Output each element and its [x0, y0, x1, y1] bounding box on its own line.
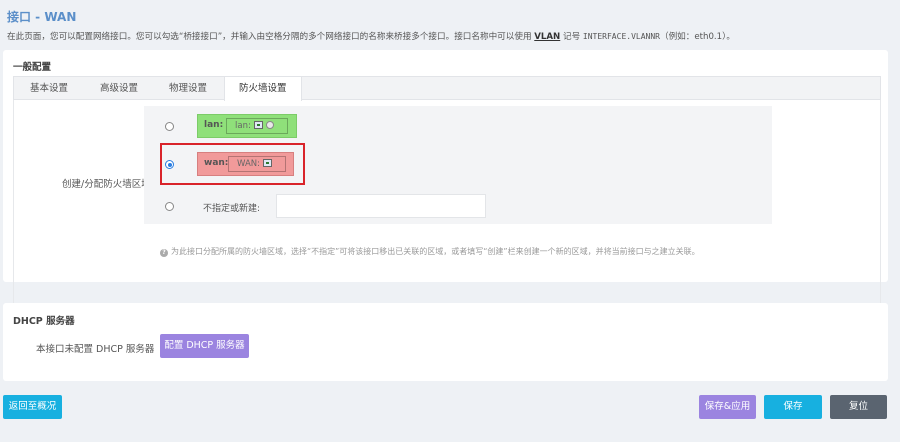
- tab-firewall[interactable]: 防火墙设置: [224, 77, 302, 101]
- reset-button[interactable]: 复位: [830, 395, 887, 419]
- tab-basic[interactable]: 基本设置: [16, 77, 82, 100]
- zone-iface-lan: lan:: [226, 118, 288, 134]
- save-button[interactable]: 保存: [764, 395, 822, 419]
- save-apply-button[interactable]: 保存&应用: [699, 395, 756, 419]
- zone-radio-new[interactable]: [165, 202, 174, 211]
- page-title: 接口 - WAN: [7, 10, 77, 24]
- desc-prefix: 在此页面，您可以配置网络接口。您可以勾选“桥接接口”，并输入由空格分隔的多个网络…: [7, 32, 535, 42]
- vlan-link[interactable]: VLAN: [534, 32, 560, 42]
- page-description: 在此页面，您可以配置网络接口。您可以勾选“桥接接口”，并输入由空格分隔的多个网络…: [7, 30, 887, 42]
- firewall-zone-label: 创建/分配防火墙区域: [62, 179, 151, 190]
- configure-dhcp-button[interactable]: 配置 DHCP 服务器: [160, 334, 249, 358]
- selected-zone-highlight: [160, 143, 305, 185]
- zone-iface-lan-label: lan:: [235, 121, 251, 131]
- zone-radio-lan[interactable]: [165, 122, 174, 131]
- desc-suffix: （例如：eth0.1）。: [659, 32, 736, 42]
- desc-code: INTERFACE.VLANNR: [582, 32, 660, 41]
- back-to-overview-button[interactable]: 返回至概况: [3, 395, 62, 419]
- ethernet-icon: [253, 121, 263, 129]
- new-zone-input[interactable]: [276, 194, 486, 218]
- tab-bar: 基本设置 高级设置 物理设置 防火墙设置: [13, 76, 881, 101]
- wifi-icon: [265, 121, 274, 129]
- desc-middle: 记号: [560, 32, 583, 42]
- dhcp-status-label: 本接口未配置 DHCP 服务器: [36, 344, 155, 355]
- zone-name-lan: lan:: [204, 120, 224, 130]
- firewall-zone-hint-text: 为此接口分配所属的防火墙区域，选择“不指定”可将该接口移出已关联的区域，或者填写…: [171, 247, 700, 256]
- zone-chip-lan: lan: lan:: [197, 114, 297, 138]
- tab-physical[interactable]: 物理设置: [155, 77, 221, 100]
- info-icon: ?: [160, 249, 168, 257]
- dhcp-section-title: DHCP 服务器: [13, 316, 75, 327]
- tab-advanced[interactable]: 高级设置: [86, 77, 152, 100]
- general-section-title: 一般配置: [13, 62, 52, 73]
- firewall-zone-hint: ? 为此接口分配所属的防火墙区域，选择“不指定”可将该接口移出已关联的区域，或者填…: [160, 246, 700, 257]
- new-zone-label: 不指定或新建:: [203, 204, 261, 214]
